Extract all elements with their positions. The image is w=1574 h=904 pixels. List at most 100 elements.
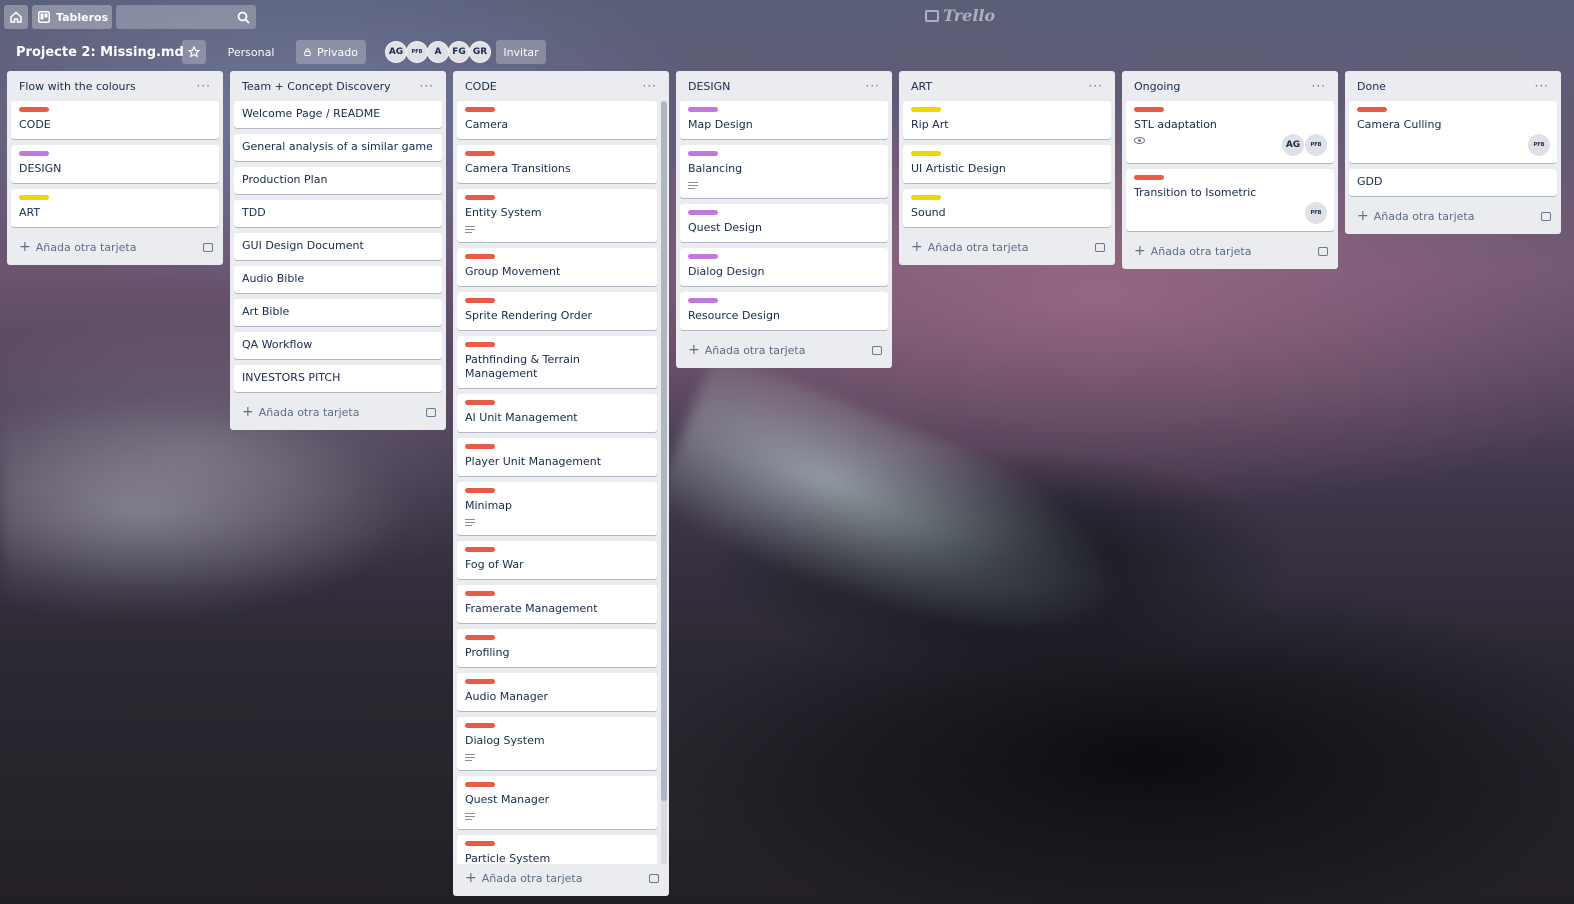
card[interactable]: Minimap	[457, 482, 657, 535]
card-label[interactable]	[19, 195, 49, 200]
card-template-icon[interactable]	[203, 242, 213, 252]
card[interactable]: QA Workflow	[234, 332, 442, 359]
member-avatar[interactable]: PFB	[406, 41, 428, 63]
card-label[interactable]	[465, 107, 495, 112]
card-label[interactable]	[465, 400, 495, 405]
card[interactable]: Player Unit Management	[457, 438, 657, 476]
card[interactable]: Resource Design	[680, 292, 888, 330]
card-label[interactable]	[465, 254, 495, 259]
card[interactable]: Transition to Isometric PFB	[1126, 169, 1334, 231]
add-card-button[interactable]: + Añada otra tarjeta	[688, 343, 805, 357]
member-avatar[interactable]: GR	[469, 41, 491, 63]
card-template-icon[interactable]	[1318, 246, 1328, 256]
card[interactable]: Audio Bible	[234, 266, 442, 293]
card[interactable]: Entity System	[457, 189, 657, 242]
search-input[interactable]	[116, 5, 256, 29]
list-header[interactable]: Team + Concept Discovery ···	[234, 71, 442, 101]
list-menu-icon[interactable]: ···	[420, 79, 434, 93]
card[interactable]: Pathfinding & Terrain Management	[457, 336, 657, 388]
card[interactable]: Profiling	[457, 629, 657, 667]
card-template-icon[interactable]	[872, 345, 882, 355]
card[interactable]: Camera	[457, 101, 657, 139]
list-title[interactable]: CODE	[465, 80, 497, 93]
card-label[interactable]	[465, 298, 495, 303]
card[interactable]: Fog of War	[457, 541, 657, 579]
card-label[interactable]	[465, 679, 495, 684]
card-template-icon[interactable]	[1095, 242, 1105, 252]
list-menu-icon[interactable]: ···	[1535, 79, 1549, 93]
card[interactable]: TDD	[234, 200, 442, 227]
card[interactable]: General analysis of a similar game	[234, 134, 442, 161]
list-menu-icon[interactable]: ···	[197, 79, 211, 93]
card[interactable]: Balancing	[680, 145, 888, 198]
star-button[interactable]	[182, 40, 206, 64]
member-avatar[interactable]: AG	[1282, 134, 1304, 156]
list-scrollbar[interactable]	[661, 101, 667, 864]
card[interactable]: ART	[11, 189, 219, 227]
trello-logo[interactable]: Trello	[925, 6, 995, 25]
card[interactable]: DESIGN	[11, 145, 219, 183]
privacy-button[interactable]: Privado	[296, 40, 366, 64]
card-label[interactable]	[688, 298, 718, 303]
card-label[interactable]	[465, 444, 495, 449]
card-label[interactable]	[1134, 175, 1164, 180]
boards-button[interactable]: Tableros	[32, 5, 112, 29]
card-label[interactable]	[465, 635, 495, 640]
card-label[interactable]	[688, 210, 718, 215]
card-label[interactable]	[465, 151, 495, 156]
card[interactable]: Framerate Management	[457, 585, 657, 623]
card[interactable]: Particle System	[457, 835, 657, 864]
card-label[interactable]	[911, 151, 941, 156]
member-avatar[interactable]: PFB	[1305, 134, 1327, 156]
card[interactable]: Rip Art	[903, 101, 1111, 139]
board-title[interactable]: Projecte 2: Missing.md	[10, 40, 190, 64]
list-header[interactable]: DESIGN ···	[680, 71, 888, 101]
card-label[interactable]	[465, 782, 495, 787]
list-title[interactable]: DESIGN	[688, 80, 730, 93]
card-label[interactable]	[911, 107, 941, 112]
card[interactable]: Art Bible	[234, 299, 442, 326]
card-label[interactable]	[465, 547, 495, 552]
card[interactable]: Quest Design	[680, 204, 888, 242]
member-avatar[interactable]: A	[427, 41, 449, 63]
card-label[interactable]	[911, 195, 941, 200]
card-label[interactable]	[465, 488, 495, 493]
card-label[interactable]	[465, 591, 495, 596]
card[interactable]: GDD	[1349, 169, 1557, 196]
add-card-button[interactable]: + Añada otra tarjeta	[1134, 244, 1251, 258]
card[interactable]: Dialog Design	[680, 248, 888, 286]
card-label[interactable]	[688, 254, 718, 259]
list-menu-icon[interactable]: ···	[1312, 79, 1326, 93]
list-header[interactable]: CODE ···	[457, 71, 665, 101]
add-card-button[interactable]: + Añada otra tarjeta	[911, 240, 1028, 254]
list-header[interactable]: Done ···	[1349, 71, 1557, 101]
card-label[interactable]	[688, 107, 718, 112]
card[interactable]: Camera Culling PFB	[1349, 101, 1557, 163]
card-label[interactable]	[465, 195, 495, 200]
card[interactable]: Camera Transitions	[457, 145, 657, 183]
list-title[interactable]: Done	[1357, 80, 1386, 93]
card[interactable]: Dialog System	[457, 717, 657, 770]
list-header[interactable]: Ongoing ···	[1126, 71, 1334, 101]
list-menu-icon[interactable]: ···	[1089, 79, 1103, 93]
card[interactable]: Welcome Page / README	[234, 101, 442, 128]
member-avatar[interactable]: FG	[448, 41, 470, 63]
card-template-icon[interactable]	[649, 873, 659, 883]
card[interactable]: Group Movement	[457, 248, 657, 286]
card[interactable]: Quest Manager	[457, 776, 657, 829]
card-label[interactable]	[465, 841, 495, 846]
member-avatar[interactable]: PFB	[1305, 202, 1327, 224]
list-title[interactable]: Team + Concept Discovery	[242, 80, 391, 93]
card-label[interactable]	[19, 151, 49, 156]
card[interactable]: Sound	[903, 189, 1111, 227]
member-avatar[interactable]: PFB	[1528, 134, 1550, 156]
card-template-icon[interactable]	[1541, 211, 1551, 221]
member-avatar[interactable]: AG	[385, 41, 407, 63]
card-template-icon[interactable]	[426, 407, 436, 417]
card[interactable]: Map Design	[680, 101, 888, 139]
list-header[interactable]: Flow with the colours ···	[11, 71, 219, 101]
card[interactable]: CODE	[11, 101, 219, 139]
card[interactable]: Sprite Rendering Order	[457, 292, 657, 330]
add-card-button[interactable]: + Añada otra tarjeta	[465, 871, 582, 885]
list-header[interactable]: ART ···	[903, 71, 1111, 101]
